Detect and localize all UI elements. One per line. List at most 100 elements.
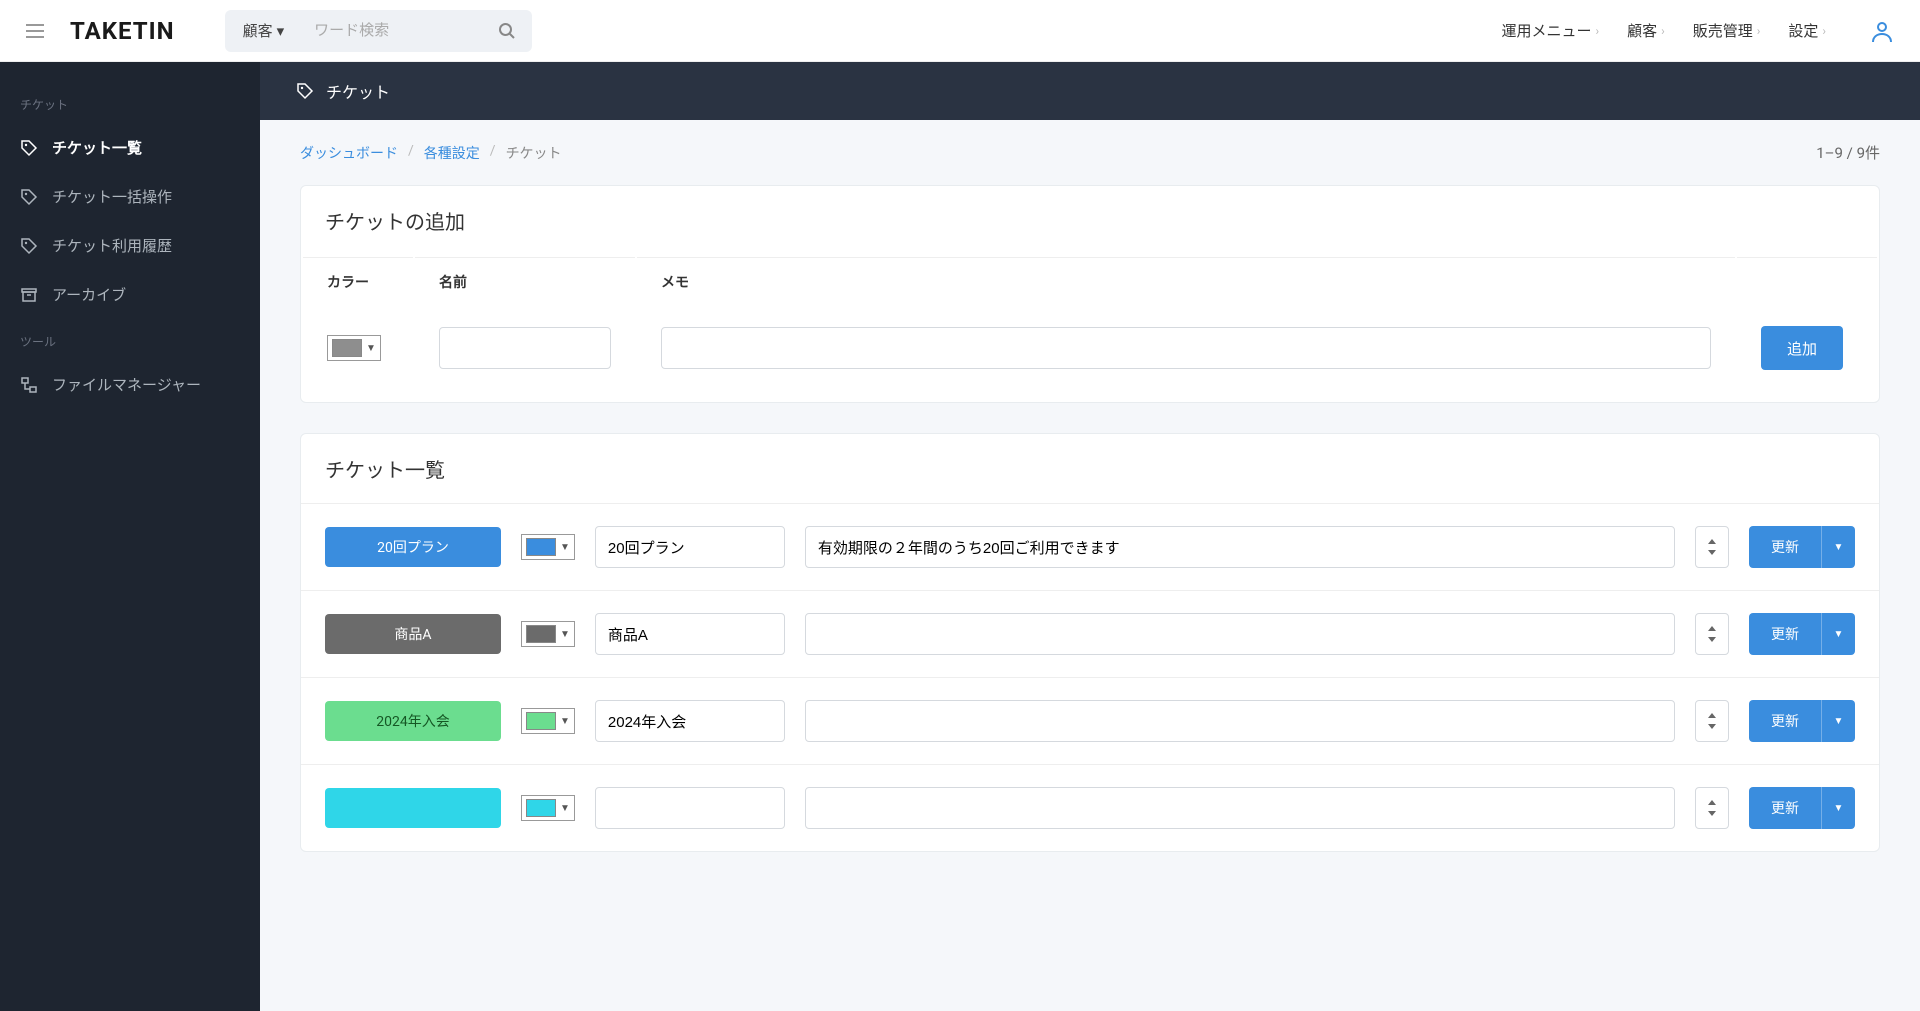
caret-down-icon: ▼ xyxy=(1834,629,1844,640)
color-swatch xyxy=(526,712,556,730)
col-header-color: カラー xyxy=(303,257,413,306)
ticket-name-input[interactable] xyxy=(595,700,785,742)
color-swatch xyxy=(526,625,556,643)
ticket-memo-input[interactable] xyxy=(805,700,1675,742)
nav-label: 販売管理 xyxy=(1693,20,1753,41)
add-memo-input[interactable] xyxy=(661,327,1711,369)
sidebar-item-label: チケット一覧 xyxy=(52,137,142,158)
sidebar-section-tools: ツール xyxy=(0,319,260,360)
ticket-memo-input[interactable] xyxy=(805,526,1675,568)
breadcrumb-dashboard[interactable]: ダッシュボード xyxy=(300,143,398,163)
color-picker[interactable]: ▼ xyxy=(521,534,575,560)
update-dropdown-button[interactable]: ▼ xyxy=(1821,526,1855,568)
update-dropdown-button[interactable]: ▼ xyxy=(1821,700,1855,742)
sidebar-section-tickets: チケット xyxy=(0,82,260,123)
sidebar-item-label: チケット利用履歴 xyxy=(52,235,172,256)
color-picker[interactable]: ▼ xyxy=(327,335,381,361)
tag-icon xyxy=(296,82,314,100)
header: TAKETIN 顧客 ▾ 運用メニュー › 顧客 › 販売管理 › 設定 › xyxy=(0,0,1920,62)
ticket-memo-input[interactable] xyxy=(805,787,1675,829)
ticket-name-input[interactable] xyxy=(595,526,785,568)
search-input[interactable] xyxy=(302,22,482,39)
nav-sales[interactable]: 販売管理 › xyxy=(1693,20,1761,41)
caret-down-icon: ▼ xyxy=(366,343,376,354)
sort-handle[interactable] xyxy=(1695,526,1729,568)
caret-down-icon: ▼ xyxy=(1834,716,1844,727)
caret-down-icon: ▼ xyxy=(560,803,570,814)
list-card-title: チケット一覧 xyxy=(301,434,1879,503)
color-picker[interactable]: ▼ xyxy=(521,621,575,647)
ticket-row: ▼ 更新 ▼ xyxy=(301,764,1879,851)
sort-icon xyxy=(1706,713,1718,729)
nav-label: 顧客 xyxy=(1627,20,1657,41)
nav-right: 運用メニュー › 顧客 › 販売管理 › 設定 › xyxy=(1502,13,1901,49)
sidebar-item-ticket-list[interactable]: チケット一覧 xyxy=(0,123,260,172)
sidebar: チケット チケット一覧 チケット一括操作 チケット利用履歴 アーカイブ ツー xyxy=(0,62,260,1011)
update-split-button: 更新 ▼ xyxy=(1749,700,1855,742)
update-button[interactable]: 更新 xyxy=(1749,526,1821,568)
sidebar-item-label: アーカイブ xyxy=(52,284,126,305)
add-button[interactable]: 追加 xyxy=(1761,326,1843,370)
ticket-name-input[interactable] xyxy=(595,613,785,655)
caret-down-icon: ▾ xyxy=(277,22,285,40)
update-button[interactable]: 更新 xyxy=(1749,787,1821,829)
breadcrumb-current: チケット xyxy=(506,143,562,163)
tag-icon xyxy=(20,237,38,255)
sidebar-item-label: ファイルマネージャー xyxy=(52,374,201,395)
ticket-badge: 商品A xyxy=(325,614,501,654)
breadcrumb-separator: / xyxy=(490,143,496,163)
nav-operation-menu[interactable]: 運用メニュー › xyxy=(1502,20,1600,41)
color-swatch xyxy=(332,339,362,357)
sidebar-item-file-manager[interactable]: ファイルマネージャー xyxy=(0,360,260,409)
color-picker[interactable]: ▼ xyxy=(521,708,575,734)
update-dropdown-button[interactable]: ▼ xyxy=(1821,613,1855,655)
color-picker[interactable]: ▼ xyxy=(521,795,575,821)
archive-icon xyxy=(20,286,38,304)
chevron-right-icon: › xyxy=(1596,24,1600,38)
update-dropdown-button[interactable]: ▼ xyxy=(1821,787,1855,829)
ticket-name-input[interactable] xyxy=(595,787,785,829)
caret-down-icon: ▼ xyxy=(1834,542,1844,553)
update-button[interactable]: 更新 xyxy=(1749,613,1821,655)
sidebar-item-ticket-history[interactable]: チケット利用履歴 xyxy=(0,221,260,270)
breadcrumb-separator: / xyxy=(408,143,414,163)
ticket-badge xyxy=(325,788,501,828)
update-split-button: 更新 ▼ xyxy=(1749,613,1855,655)
logo[interactable]: TAKETIN xyxy=(70,17,175,45)
nav-label: 設定 xyxy=(1788,20,1818,41)
breadcrumb-settings[interactable]: 各種設定 xyxy=(424,143,480,163)
search-button[interactable] xyxy=(482,22,532,40)
tag-icon xyxy=(20,139,38,157)
update-split-button: 更新 ▼ xyxy=(1749,526,1855,568)
chevron-right-icon: › xyxy=(1822,24,1826,38)
add-card-title: チケットの追加 xyxy=(301,186,1879,255)
ticket-memo-input[interactable] xyxy=(805,613,1675,655)
color-swatch xyxy=(526,799,556,817)
search-scope-dropdown[interactable]: 顧客 ▾ xyxy=(225,20,303,41)
sort-handle[interactable] xyxy=(1695,787,1729,829)
ticket-badge: 2024年入会 xyxy=(325,701,501,741)
search-scope-label: 顧客 xyxy=(243,20,273,41)
sidebar-item-ticket-bulk[interactable]: チケット一括操作 xyxy=(0,172,260,221)
user-menu[interactable] xyxy=(1864,13,1900,49)
nav-settings[interactable]: 設定 › xyxy=(1788,20,1826,41)
sort-icon xyxy=(1706,626,1718,642)
search-icon xyxy=(498,22,516,40)
caret-down-icon: ▼ xyxy=(1834,803,1844,814)
update-split-button: 更新 ▼ xyxy=(1749,787,1855,829)
menu-toggle-button[interactable] xyxy=(20,16,50,46)
caret-down-icon: ▼ xyxy=(560,716,570,727)
folder-tree-icon xyxy=(20,376,38,394)
update-button[interactable]: 更新 xyxy=(1749,700,1821,742)
col-header-memo: メモ xyxy=(637,257,1735,306)
add-name-input[interactable] xyxy=(439,327,611,369)
tag-icon xyxy=(20,188,38,206)
result-count: 1–9 / 9件 xyxy=(1816,142,1880,163)
breadcrumb: ダッシュボード / 各種設定 / チケット xyxy=(300,143,562,163)
sort-handle[interactable] xyxy=(1695,700,1729,742)
sidebar-item-archive[interactable]: アーカイブ xyxy=(0,270,260,319)
sort-handle[interactable] xyxy=(1695,613,1729,655)
ticket-row: 商品A ▼ 更新 ▼ xyxy=(301,590,1879,677)
sort-icon xyxy=(1706,539,1718,555)
nav-customers[interactable]: 顧客 › xyxy=(1627,20,1665,41)
